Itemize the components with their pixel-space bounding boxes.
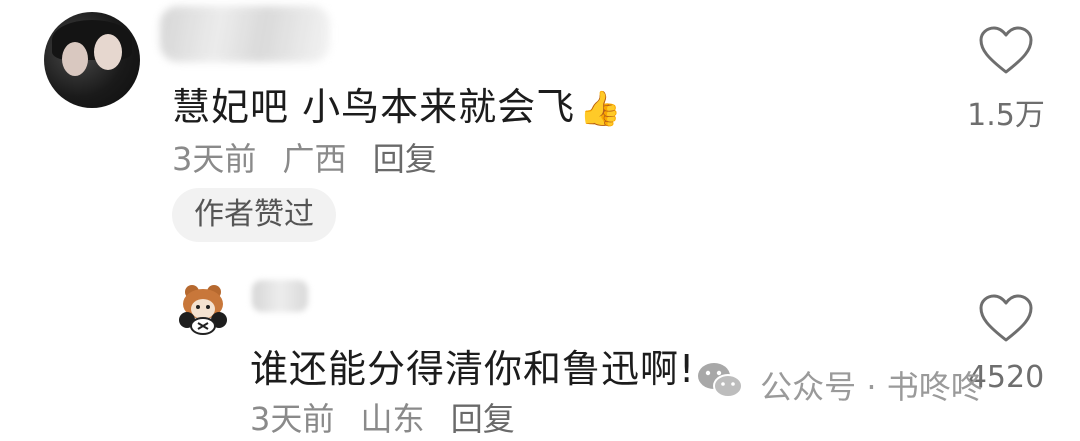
reply-time: 3天前 — [250, 400, 335, 438]
thumbs-up-emoji: 👍 — [579, 89, 623, 129]
comment-location: 广西 — [282, 140, 347, 178]
like-count: 1.5万 — [967, 98, 1045, 133]
commenter-avatar[interactable] — [44, 12, 140, 108]
reply-meta: 3天前 山东 回复 — [250, 394, 531, 440]
reply-text: 谁还能分得清你和鲁迅啊! — [250, 347, 696, 391]
commenter-name-blurred[interactable] — [160, 6, 330, 62]
wechat-icon — [696, 360, 744, 410]
comment-text: 慧妃吧 小鸟本来就会飞 👍 — [172, 85, 623, 129]
reply-name-blurred[interactable] — [252, 280, 308, 312]
heart-outline-icon[interactable] — [978, 294, 1034, 344]
heart-outline-icon[interactable] — [978, 26, 1034, 76]
comment-time: 3天前 — [172, 140, 257, 178]
reply-avatar[interactable] — [174, 280, 232, 338]
reply-button[interactable]: 回复 — [373, 140, 437, 178]
author-liked-badge: 作者赞过 — [172, 188, 336, 242]
reply-location: 山东 — [360, 400, 425, 438]
watermark-text: 公众号 · 书咚咚 — [760, 368, 983, 406]
reply-reply-button[interactable]: 回复 — [451, 400, 515, 438]
watermark: 公众号 · 书咚咚 — [696, 360, 983, 410]
comment-meta: 3天前 广西 回复 — [172, 134, 453, 180]
